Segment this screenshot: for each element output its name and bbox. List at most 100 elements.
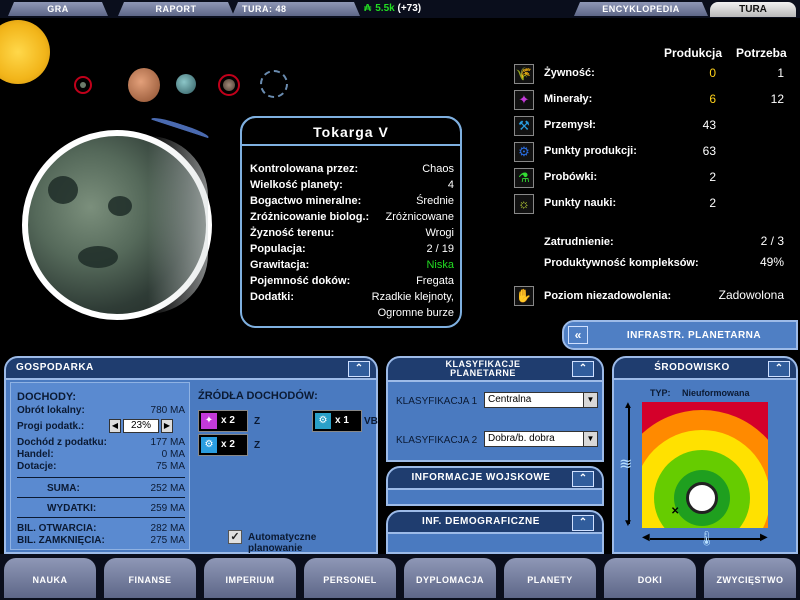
planet-info-row: Dodatki: Rzadkie klejnoty, (250, 290, 454, 304)
income-section: DOCHODY: Obrót lokalny: 780 MA Progi poda… (10, 382, 190, 550)
employment-value: 2 / 3 (760, 234, 784, 248)
trade-label: Handel: (17, 449, 54, 460)
subsidies-value: 75 MA (156, 461, 185, 472)
income-source-1[interactable]: ✦ x 2 (198, 410, 248, 432)
planet-info-row: Grawitacja: Niska (250, 258, 454, 272)
asteroid-belt-icon[interactable] (260, 70, 288, 98)
tax-increase-button[interactable]: ▶ (161, 419, 173, 433)
tab-personel[interactable]: PERSONEL (304, 558, 396, 598)
need-value: 1 (777, 66, 784, 80)
planet-info-value: Wrogi (425, 227, 454, 239)
military-collapse-button[interactable]: ⌃ (572, 471, 594, 487)
production-value: 0 (709, 66, 716, 80)
tax-decrease-button[interactable]: ◀ (109, 419, 121, 433)
need-value: 12 (770, 92, 784, 106)
bottom-nav: NAUKA FINANSE IMPERIUM PERSONEL DYPLOMAC… (0, 554, 800, 600)
auto-planning-label: Automatyczne planowanie (248, 532, 317, 554)
trade-value: 0 MA (161, 449, 185, 460)
planet-info-label: Wielkość planety: (250, 179, 343, 191)
tab-dyplomacja[interactable]: DYPLOMACJA (404, 558, 496, 598)
classification-collapse-button[interactable]: ⌃ (572, 361, 594, 377)
planet-info-label: Populacja: (250, 243, 306, 255)
classification-1-select[interactable]: Centralna ▼ (484, 392, 598, 408)
planet-info-row: Zróżnicowanie biolog.: Zróżnicowane (250, 210, 454, 224)
demography-collapse-button[interactable]: ⌃ (572, 515, 594, 531)
environment-type-label: TYP: (650, 388, 671, 398)
income-source-3-count: x 1 (335, 415, 349, 426)
production-row: 🌾 Żywność: 0 1 (510, 64, 790, 86)
planet-orbit-1-icon[interactable] (74, 76, 92, 94)
productivity-value: 49% (759, 255, 784, 269)
planet-info-row: Żyzność terenu: Wrogi (250, 226, 454, 240)
opening-balance-value: 282 MA (150, 523, 185, 534)
double-chevron-left-icon: « (568, 326, 588, 344)
classification-2-select[interactable]: Dobra/b. dobra ▼ (484, 431, 598, 447)
infrastructure-button[interactable]: « INFRASTR. PLANETARNA (562, 320, 798, 350)
auto-planning-checkbox[interactable]: ✓ (228, 530, 242, 544)
income-source-2[interactable]: ⚙ x 2 (198, 434, 248, 456)
closing-balance-value: 275 MA (150, 535, 185, 546)
wrench-icon: ⚒ (514, 116, 534, 136)
planet-orbit-3-icon[interactable] (176, 74, 196, 94)
production-row: ⚙ Punkty produkcji: 63 (510, 142, 790, 164)
planet-info-row: Ogromne burze (250, 306, 454, 320)
planet-orbit-4-selected-icon[interactable] (218, 74, 240, 96)
infrastructure-label: INFRASTR. PLANETARNA (626, 330, 762, 341)
dropdown-arrow-icon: ▼ (583, 393, 597, 407)
sum-value: 252 MA (150, 483, 185, 494)
divider (17, 517, 185, 518)
production-row: ☼ Punkty nauki: 2 (510, 194, 790, 216)
planet-info-value: Rzadkie klejnoty, (371, 291, 454, 303)
encyclopedia-button[interactable]: ENCYKLOPEDIA (574, 2, 708, 16)
discontent-icon: ✋ (514, 286, 534, 306)
subsidies-label: Dotacje: (17, 461, 57, 472)
tab-nauka[interactable]: NAUKA (4, 558, 96, 598)
humidity-icon: ≋ (619, 456, 633, 473)
treasury-amount: 5.5k (375, 3, 395, 14)
classification-1-label: KLASYFIKACJA 1 (396, 396, 478, 407)
economy-collapse-button[interactable]: ⌃ (348, 361, 370, 377)
production-value: 6 (709, 92, 716, 106)
planet-orbit-2-icon[interactable] (128, 68, 160, 102)
tab-planety[interactable]: PLANETY (504, 558, 596, 598)
currency-icon: ₳ (364, 3, 372, 14)
crystal-icon: ✦ (201, 413, 217, 429)
planet-info-row: Bogactwo mineralne: Średnie (250, 194, 454, 208)
planet-info-label: Żyzność terenu: (250, 227, 335, 239)
planet-info-panel: Tokarga V Kontrolowana przez: Chaos Wielko… (240, 116, 462, 328)
classification-header: KLASYFIKACJE PLANETARNE (388, 358, 602, 382)
planet-info-label: Dodatki: (250, 291, 294, 303)
tab-doki[interactable]: DOKI (604, 558, 696, 598)
economy-panel: GOSPODARKA ⌃ DOCHODY: Obrót lokalny: 780 … (4, 356, 378, 554)
tab-imperium[interactable]: IMPERIUM (204, 558, 296, 598)
planet-info-value: Zróżnicowane (385, 211, 454, 223)
end-turn-button[interactable]: TURA (710, 2, 796, 17)
tab-zwyciestwo[interactable]: ZWYCIĘSTWO (704, 558, 796, 598)
environment-panel: ŚRODOWISKO ⌃ TYP: Nieuformowana ✕ ▲ ▼ ≋ … (612, 356, 798, 554)
need-header: Potrzeba (736, 46, 787, 60)
tax-label: Progi podatk.: (17, 421, 85, 432)
environment-collapse-button[interactable]: ⌃ (768, 361, 790, 377)
expenses-value: 259 MA (150, 503, 185, 514)
local-turnover-value: 780 MA (150, 405, 185, 416)
crystal-icon: ✦ (514, 90, 534, 110)
income-title: DOCHODY: (17, 391, 77, 403)
planet-info-value: Niska (426, 259, 454, 271)
raport-button[interactable]: RAPORT (118, 2, 234, 16)
tab-finanse[interactable]: FINANSE (104, 558, 196, 598)
income-source-3-suffix: VB (364, 416, 378, 427)
income-source-1-count: x 2 (221, 415, 235, 426)
top-bar: GRA RAPORT TURA: 48 ₳ 5.5k (+73) ENCYKLOP… (0, 0, 800, 18)
military-title: INFORMACJE WOJSKOWE (388, 468, 602, 490)
divider (17, 497, 185, 498)
gear-icon: ⚙ (201, 437, 217, 453)
divider (17, 477, 185, 478)
income-source-3[interactable]: ⚙ x 1 (312, 410, 362, 432)
menu-gra-button[interactable]: GRA (8, 2, 108, 16)
environment-chart: ✕ (642, 402, 768, 528)
production-label: Minerały: (544, 93, 593, 105)
production-row: ⚒ Przemysł: 43 (510, 116, 790, 138)
treasury-income: (+73) (397, 3, 422, 14)
treasury-display: ₳ 5.5k (+73) (364, 2, 484, 16)
planet-name: Tokarga V (240, 116, 462, 146)
